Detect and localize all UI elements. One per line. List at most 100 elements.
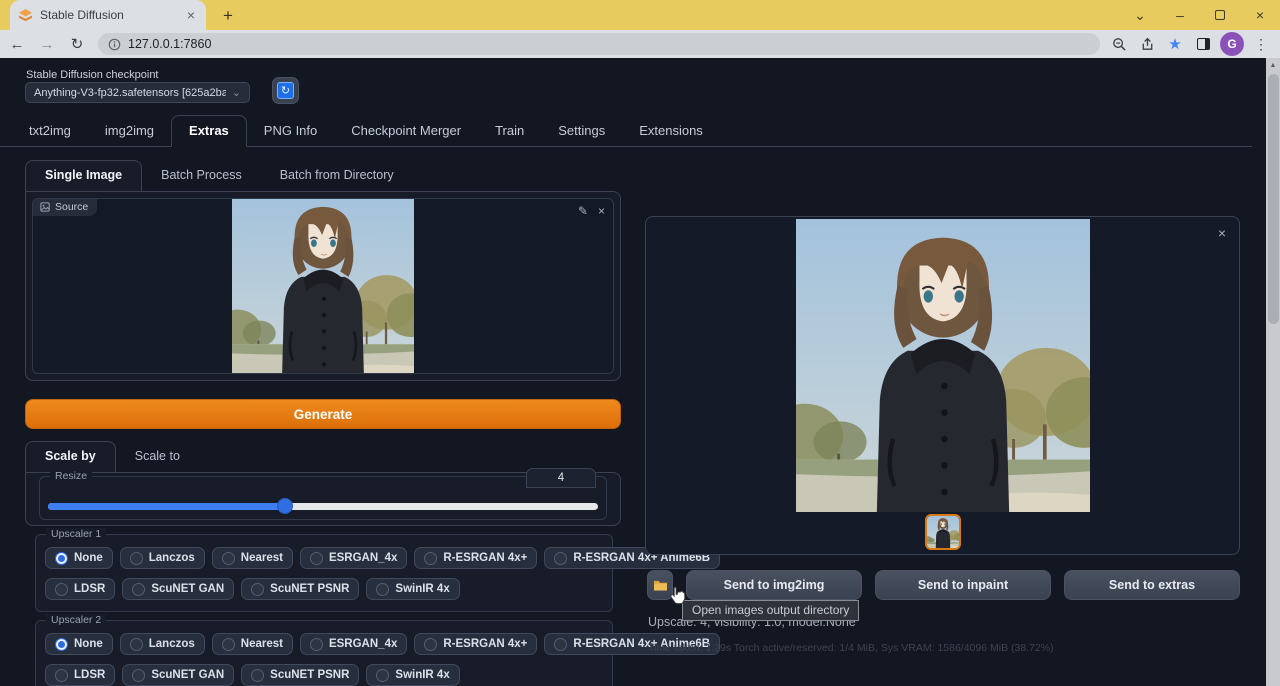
- bookmark-star-icon[interactable]: ★: [1164, 33, 1186, 55]
- upscaler-option[interactable]: Lanczos: [120, 547, 205, 569]
- tab-close-icon[interactable]: ×: [184, 8, 198, 22]
- radio-selected-icon: [55, 638, 68, 651]
- scroll-up-arrow-icon[interactable]: ▲: [1266, 58, 1280, 72]
- radio-icon: [55, 583, 68, 596]
- slider-handle[interactable]: [277, 498, 293, 514]
- upscaler-option[interactable]: Nearest: [212, 547, 293, 569]
- radio-icon: [376, 669, 389, 682]
- folder-tooltip: Open images output directory: [682, 600, 859, 621]
- extras-right-column: × Send to img2img Send to inpaint Send t…: [645, 216, 1240, 555]
- upscaler-option[interactable]: R-ESRGAN 4x+: [414, 547, 537, 569]
- upscaler-option[interactable]: R-ESRGAN 4x+: [414, 633, 537, 655]
- result-gallery: ×: [645, 216, 1240, 555]
- upscaler-option[interactable]: Nearest: [212, 633, 293, 655]
- address-bar[interactable]: 127.0.0.1:7860: [98, 33, 1100, 55]
- upscaler2-label: Upscaler 2: [46, 614, 106, 626]
- upscaler-option[interactable]: Lanczos: [120, 633, 205, 655]
- main-tab-bar: txt2img img2img Extras PNG Info Checkpoi…: [0, 118, 1252, 147]
- zoom-icon[interactable]: [1108, 33, 1130, 55]
- generate-button[interactable]: Generate: [25, 399, 621, 429]
- checkpoint-dropdown[interactable]: Anything-V3-fp32.safetensors [625a2ba2] …: [25, 82, 250, 103]
- send-to-extras-button[interactable]: Send to extras: [1064, 570, 1240, 600]
- image-dropzone[interactable]: Source ✎ ×: [32, 198, 614, 374]
- window-maximize-button[interactable]: [1200, 0, 1240, 30]
- forward-button[interactable]: →: [34, 32, 60, 56]
- tab-scale-to[interactable]: Scale to: [116, 442, 199, 472]
- tab-scale-by[interactable]: Scale by: [25, 441, 116, 472]
- window-close-button[interactable]: ×: [1240, 0, 1280, 30]
- upscaler-option[interactable]: SwinIR 4x: [366, 664, 459, 686]
- folder-icon: [653, 579, 668, 591]
- upscaler-option[interactable]: ScuNET GAN: [122, 664, 234, 686]
- upscaler-option[interactable]: LDSR: [45, 664, 115, 686]
- refresh-icon: ↻: [277, 82, 294, 99]
- upscaler-option[interactable]: None: [45, 633, 113, 655]
- tab-single-image[interactable]: Single Image: [25, 160, 142, 191]
- send-to-inpaint-button[interactable]: Send to inpaint: [875, 570, 1051, 600]
- source-image[interactable]: [232, 198, 414, 374]
- radio-icon: [376, 583, 389, 596]
- browser-menu-icon[interactable]: ⋮: [1250, 33, 1272, 55]
- clear-image-icon[interactable]: ×: [598, 204, 605, 218]
- radio-selected-icon: [55, 552, 68, 565]
- page-scrollbar[interactable]: ▲: [1266, 58, 1280, 686]
- gallery-close-icon[interactable]: ×: [1218, 225, 1226, 241]
- webui-page: Stable Diffusion checkpoint Anything-V3-…: [0, 58, 1280, 686]
- upscaler-option[interactable]: ESRGAN_4x: [300, 547, 407, 569]
- resize-label: Resize: [50, 470, 92, 482]
- side-panel-glyph: [1197, 38, 1210, 50]
- edit-pencil-icon[interactable]: ✎: [578, 204, 588, 218]
- reload-button[interactable]: ↻: [64, 32, 90, 56]
- resize-block: Resize: [39, 476, 607, 520]
- result-thumbnail[interactable]: [925, 514, 961, 550]
- browser-tab[interactable]: Stable Diffusion ×: [10, 0, 206, 30]
- result-image[interactable]: [796, 219, 1090, 512]
- scrollbar-thumb[interactable]: [1268, 74, 1279, 324]
- upscaler1-block: Upscaler 1 None Lanczos Nearest ESRGAN_4…: [35, 534, 613, 612]
- source-image-panel: Source ✎ ×: [25, 191, 621, 381]
- url-text[interactable]: 127.0.0.1:7860: [128, 37, 211, 51]
- window-controls: ⌄ – ×: [1120, 0, 1280, 30]
- resize-number-input[interactable]: [526, 468, 596, 488]
- tab-batch-process[interactable]: Batch Process: [142, 161, 261, 191]
- window-minimize-button[interactable]: –: [1160, 0, 1200, 30]
- tab-batch-from-directory[interactable]: Batch from Directory: [261, 161, 413, 191]
- tab-img2img[interactable]: img2img: [88, 116, 171, 146]
- profile-avatar[interactable]: G: [1220, 32, 1244, 56]
- tab-txt2img[interactable]: txt2img: [12, 116, 88, 146]
- upscaler-option[interactable]: ScuNET PSNR: [241, 578, 359, 600]
- resize-slider[interactable]: [48, 499, 598, 513]
- site-info-icon[interactable]: [108, 38, 121, 51]
- refresh-checkpoints-button[interactable]: ↻: [272, 77, 299, 104]
- new-tab-button[interactable]: +: [216, 4, 240, 28]
- upscaler-option[interactable]: LDSR: [45, 578, 115, 600]
- radio-icon: [554, 638, 567, 651]
- radio-icon: [310, 552, 323, 565]
- side-panel-icon[interactable]: [1192, 33, 1214, 55]
- maximize-icon: [1215, 10, 1225, 20]
- tab-search-chevron-icon[interactable]: ⌄: [1120, 0, 1160, 30]
- image-tools: ✎ ×: [578, 204, 605, 218]
- tab-checkpoint-merger[interactable]: Checkpoint Merger: [334, 116, 478, 146]
- thumbnail-image: [927, 516, 959, 548]
- back-button[interactable]: ←: [4, 32, 30, 56]
- radio-icon: [132, 669, 145, 682]
- upscaler-option[interactable]: ESRGAN_4x: [300, 633, 407, 655]
- upscaler1-label: Upscaler 1: [46, 528, 106, 540]
- upscaler-option[interactable]: None: [45, 547, 113, 569]
- tab-settings[interactable]: Settings: [541, 116, 622, 146]
- tab-train[interactable]: Train: [478, 116, 541, 146]
- radio-icon: [251, 583, 264, 596]
- upscaler-option[interactable]: SwinIR 4x: [366, 578, 459, 600]
- radio-icon: [222, 552, 235, 565]
- radio-icon: [424, 552, 437, 565]
- share-icon[interactable]: [1136, 33, 1158, 55]
- tab-extras[interactable]: Extras: [171, 115, 247, 147]
- send-to-img2img-button[interactable]: Send to img2img: [686, 570, 862, 600]
- tab-extensions[interactable]: Extensions: [622, 116, 720, 146]
- upscaler1-options: None Lanczos Nearest ESRGAN_4x R-ESRGAN …: [36, 535, 612, 600]
- radio-icon: [424, 638, 437, 651]
- tab-png-info[interactable]: PNG Info: [247, 116, 334, 146]
- upscaler-option[interactable]: ScuNET PSNR: [241, 664, 359, 686]
- upscaler-option[interactable]: ScuNET GAN: [122, 578, 234, 600]
